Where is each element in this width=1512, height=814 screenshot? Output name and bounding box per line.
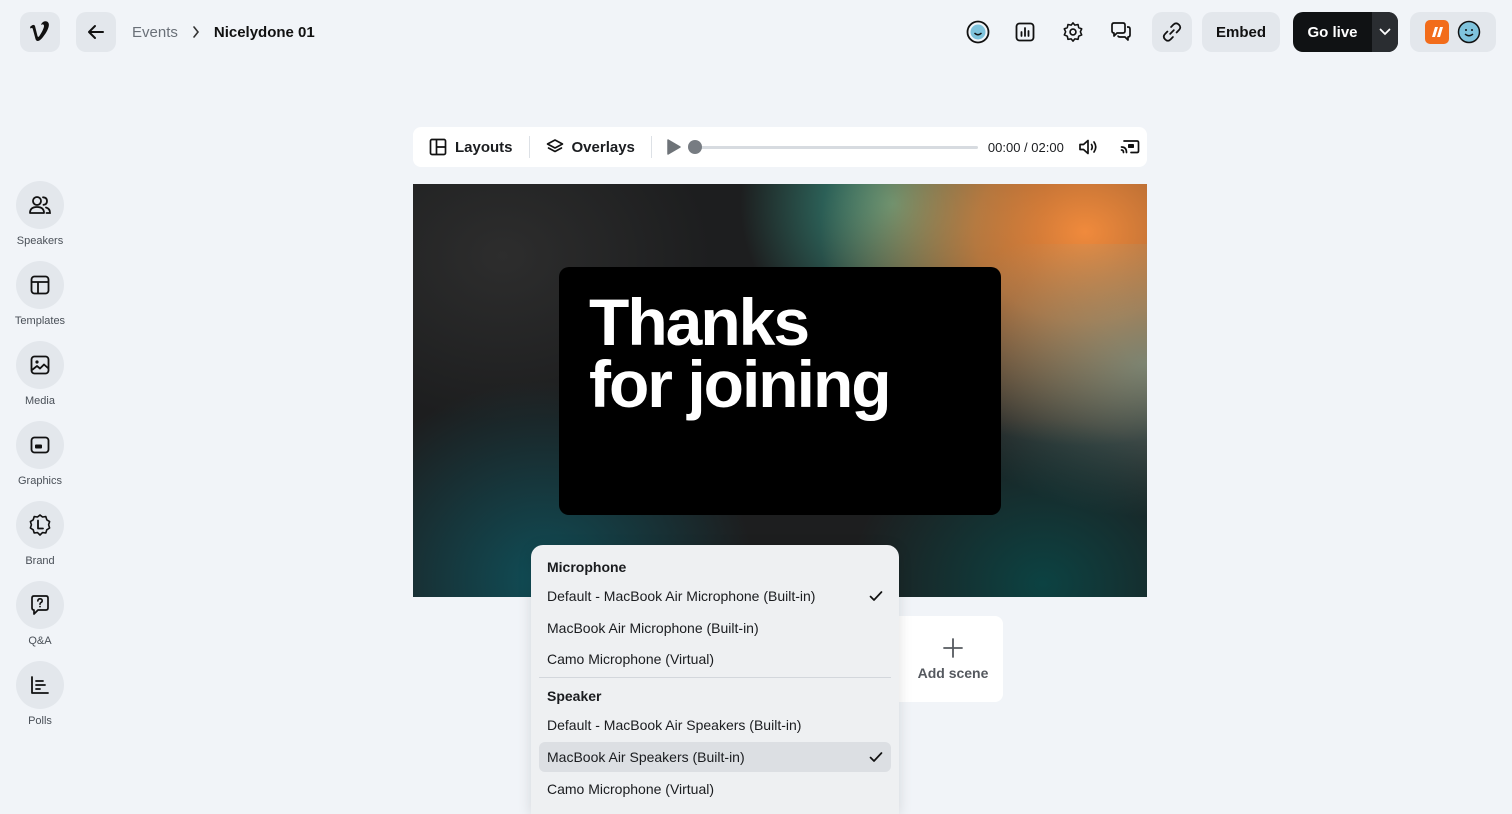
vimeo-logo-button[interactable]	[20, 12, 60, 52]
polls-button[interactable]	[16, 661, 64, 709]
add-scene-button[interactable]: Add scene	[885, 616, 1003, 702]
menu-divider	[539, 677, 891, 679]
microphone-header: Microphone	[547, 559, 627, 575]
menu-item-mic-builtin[interactable]: MacBook Air Microphone (Built-in)	[539, 613, 891, 643]
users-icon	[29, 196, 51, 214]
play-icon	[667, 139, 681, 155]
go-live-split-button: Go live	[1293, 12, 1398, 52]
plus-icon	[924, 637, 964, 659]
rail-qa[interactable]: Q&A	[0, 581, 80, 647]
rail-speakers[interactable]: Speakers	[0, 181, 80, 247]
rail-polls[interactable]: Polls	[0, 661, 80, 727]
rail-label: Media	[25, 395, 55, 407]
link-icon	[1162, 22, 1182, 42]
avatar	[1457, 20, 1481, 44]
graphics-button[interactable]	[16, 421, 64, 469]
cast-icon	[1120, 140, 1140, 154]
breadcrumb-events-link[interactable]: Events	[132, 24, 178, 41]
go-live-button[interactable]: Go live	[1293, 12, 1372, 52]
rail-graphics[interactable]: Graphics	[0, 421, 80, 487]
vimeo-icon	[30, 21, 49, 42]
rail-label: Brand	[25, 555, 55, 567]
layouts-button[interactable]: Layouts	[413, 127, 529, 167]
menu-item-label: Camo Microphone (Virtual)	[547, 780, 715, 797]
menu-item-speaker-default[interactable]: Default - MacBook Air Speakers (Built-in…	[539, 710, 891, 740]
timeline-scrubber[interactable]	[687, 139, 978, 154]
time-readout: 00:00 / 02:00	[987, 139, 1064, 155]
embed-button[interactable]: Embed	[1202, 12, 1280, 52]
chat-button[interactable]	[1101, 12, 1141, 52]
analytics-button[interactable]	[1005, 12, 1045, 52]
menu-item-label: Default - MacBook Air Microphone (Built-…	[547, 588, 816, 604]
menu-item-label: MacBook Air Speakers (Built-in)	[547, 749, 745, 766]
add-scene-label: Add scene	[917, 665, 989, 681]
menu-item-label: Camo Microphone (Virtual)	[547, 651, 715, 668]
go-live-dropdown-button[interactable]	[1372, 12, 1398, 52]
breadcrumb: Events Nicelydone 01	[132, 22, 315, 42]
org-logo-icon	[1425, 20, 1449, 44]
layers-icon	[546, 139, 563, 153]
settings-button[interactable]	[1053, 12, 1093, 52]
toolbar-divider	[650, 136, 652, 158]
templates-button[interactable]	[16, 261, 64, 309]
rail-media[interactable]: Media	[0, 341, 80, 407]
image-icon	[30, 355, 50, 375]
chevron-right-icon	[192, 26, 200, 38]
audio-device-menu: Microphone Default - MacBook Air Microph…	[531, 545, 899, 814]
smiley-status-icon	[966, 20, 990, 44]
rail-label: Q&A	[28, 635, 52, 647]
rail-templates[interactable]: Templates	[0, 261, 80, 327]
stage-toolbar: Layouts Overlays 00:00 / 02:00	[413, 127, 1147, 167]
layout-icon	[30, 275, 50, 295]
play-button[interactable]	[666, 138, 682, 156]
speakers-button[interactable]	[16, 181, 64, 229]
media-button[interactable]	[16, 341, 64, 389]
copy-link-button[interactable]	[1152, 12, 1192, 52]
scene-title: Thanks for joining	[589, 285, 989, 421]
scene-card: Thanks for joining	[559, 267, 1001, 515]
rail-label: Templates	[14, 315, 66, 327]
rail-label: Graphics	[17, 475, 63, 487]
chat-bubbles-icon	[1111, 22, 1131, 41]
breadcrumb-current: Nicelydone 01	[213, 23, 315, 41]
rail-label: Speakers	[16, 235, 64, 247]
volume-button[interactable]	[1078, 138, 1100, 156]
menu-item-speaker-builtin[interactable]: MacBook Air Speakers (Built-in)	[539, 742, 891, 773]
rail-label: Polls	[28, 715, 52, 727]
overlays-button[interactable]: Overlays	[530, 127, 651, 167]
question-icon	[31, 595, 49, 615]
back-button[interactable]	[76, 12, 116, 52]
account-switcher[interactable]	[1410, 12, 1496, 52]
speaker-volume-icon	[1078, 139, 1097, 155]
rail-brand[interactable]: Brand	[0, 501, 80, 567]
menu-item-mic-default[interactable]: Default - MacBook Air Microphone (Built-…	[539, 581, 891, 611]
arrow-left-icon	[88, 25, 104, 39]
cast-button[interactable]	[1120, 138, 1140, 156]
menu-item-mic-camo[interactable]: Camo Microphone (Virtual)	[539, 644, 891, 674]
brand-button[interactable]	[16, 501, 64, 549]
bar-chart-icon	[1015, 22, 1035, 42]
scrubber-handle[interactable]	[687, 139, 702, 154]
chevron-down-icon	[1379, 28, 1391, 36]
check-icon	[869, 590, 883, 602]
layout-grid-icon	[429, 138, 447, 156]
speaker-header: Speaker	[547, 688, 602, 705]
status-button[interactable]	[958, 12, 998, 52]
menu-item-speaker-camo[interactable]: Camo Microphone (Virtual)	[539, 774, 891, 804]
menu-item-label: Default - MacBook Air Speakers (Built-in…	[547, 717, 802, 734]
qa-button[interactable]	[16, 581, 64, 629]
layouts-label: Layouts	[455, 138, 513, 156]
brand-icon	[29, 514, 51, 536]
gear-icon	[1063, 22, 1083, 42]
chart-icon	[31, 676, 49, 694]
check-icon	[869, 751, 883, 763]
menu-item-label: MacBook Air Microphone (Built-in)	[547, 619, 759, 636]
graphics-icon	[30, 436, 50, 454]
scene-title-line-1: Thanks	[589, 285, 810, 359]
overlays-label: Overlays	[571, 138, 635, 156]
scene-title-line-2: for joining	[589, 347, 892, 421]
